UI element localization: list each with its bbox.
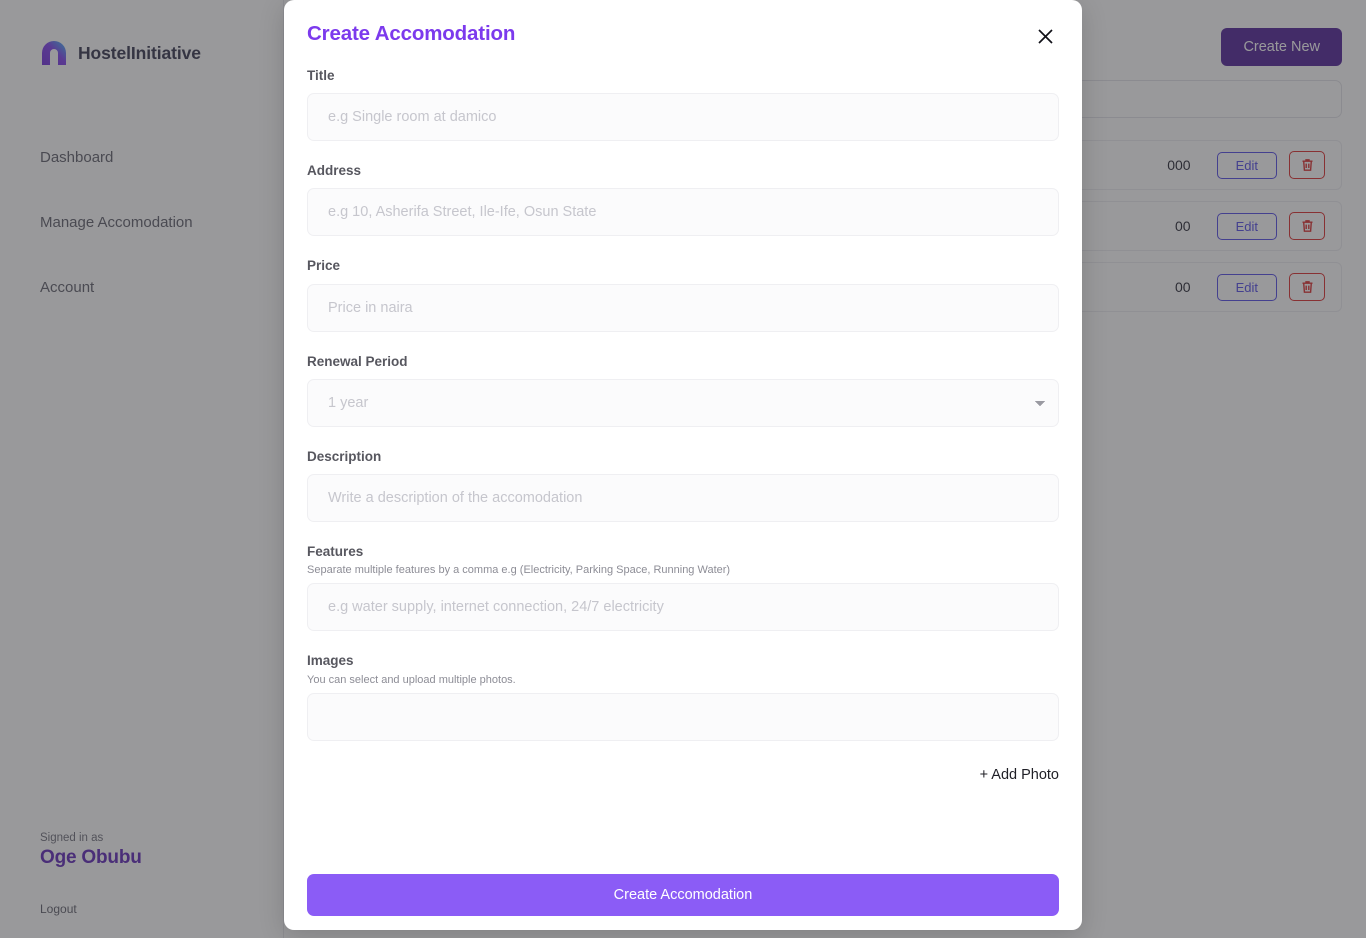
images-hint: You can select and upload multiple photo… <box>307 673 516 686</box>
modal-body: Title Address Price Renewal Period 1 yea… <box>284 49 1082 874</box>
address-input[interactable] <box>307 188 1059 237</box>
close-icon <box>1036 27 1055 46</box>
images-label: Images <box>307 653 354 669</box>
create-accomodation-modal: Create Accomodation Title Address Price <box>284 0 1082 930</box>
field-features: Features Separate multiple features by a… <box>307 543 1059 632</box>
price-input[interactable] <box>307 283 1059 332</box>
field-address: Address <box>307 163 1059 237</box>
create-accomodation-submit-button[interactable]: Create Accomodation <box>307 874 1059 916</box>
modal-footer: Create Accomodation <box>284 874 1082 930</box>
field-description: Description <box>307 449 1059 522</box>
features-hint: Separate multiple features by a comma e.… <box>307 564 731 577</box>
add-photo-button[interactable]: + Add Photo <box>980 763 1059 787</box>
description-input[interactable] <box>307 473 1059 522</box>
modal-title: Create Accomodation <box>307 22 516 45</box>
description-label: Description <box>307 448 382 464</box>
renewal-period-select[interactable]: 1 year <box>307 378 1059 427</box>
close-modal-button[interactable] <box>1032 23 1058 49</box>
app-root: HostelInitiative Dashboard Manage Accomo… <box>0 0 1366 938</box>
field-price: Price <box>307 258 1059 332</box>
title-input[interactable] <box>307 93 1059 142</box>
field-renewal-period: Renewal Period 1 year <box>307 354 1059 427</box>
renewal-period-label: Renewal Period <box>307 353 408 369</box>
features-input[interactable] <box>307 583 1059 632</box>
price-label: Price <box>307 258 341 274</box>
features-label: Features <box>307 543 364 559</box>
title-label: Title <box>307 68 335 83</box>
add-photo-row: + Add Photo <box>307 763 1059 787</box>
images-dropzone[interactable] <box>307 692 1059 741</box>
field-title: Title <box>307 68 1059 142</box>
field-images: Images You can select and upload multipl… <box>307 653 1059 741</box>
address-label: Address <box>307 163 362 179</box>
modal-header: Create Accomodation <box>284 0 1082 49</box>
